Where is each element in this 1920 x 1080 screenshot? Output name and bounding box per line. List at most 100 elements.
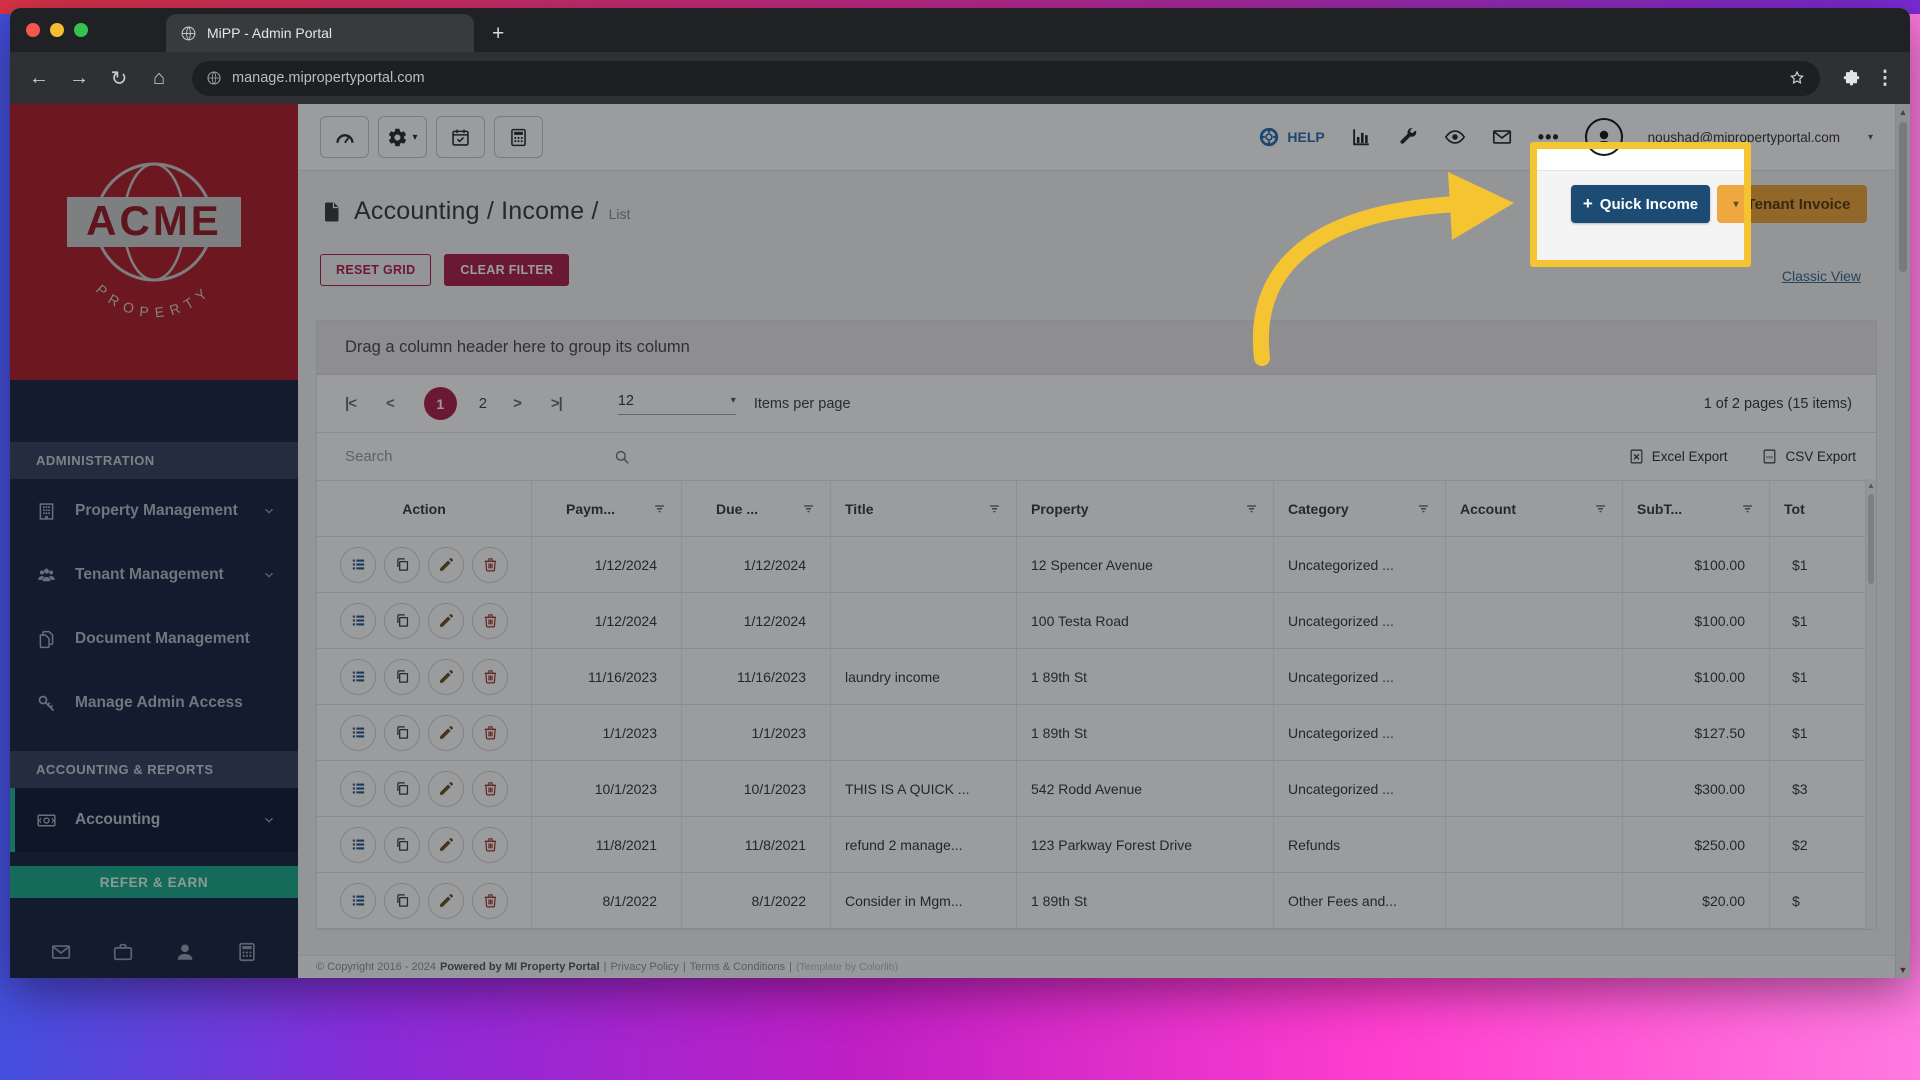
page-button-2[interactable]: 2 — [479, 395, 487, 412]
filter-icon[interactable] — [652, 501, 667, 516]
person-icon[interactable] — [174, 941, 196, 963]
row-delete-button[interactable] — [472, 883, 508, 919]
quick-income-button[interactable]: + Quick Income — [1571, 185, 1710, 223]
row-delete-button[interactable] — [472, 771, 508, 807]
scrollbar-thumb[interactable] — [1868, 494, 1874, 584]
help-button[interactable]: HELP — [1258, 126, 1324, 148]
first-page-button[interactable]: |< — [345, 395, 356, 412]
scrollbar-thumb[interactable] — [1899, 122, 1907, 272]
row-copy-button[interactable] — [384, 883, 420, 919]
column-header-property[interactable]: Property — [1017, 481, 1274, 536]
search-icon[interactable] — [613, 448, 631, 466]
csv-export-button[interactable]: CSV Export — [1761, 448, 1856, 465]
filter-icon[interactable] — [1740, 501, 1755, 516]
sidebar-item-accounting[interactable]: Accounting — [10, 788, 298, 852]
classic-view-link[interactable]: Classic View — [1782, 268, 1861, 284]
row-copy-button[interactable] — [384, 547, 420, 583]
scroll-down-icon[interactable]: ▼ — [1899, 965, 1908, 975]
bar-chart-icon[interactable] — [1350, 126, 1372, 148]
row-details-button[interactable] — [340, 547, 376, 583]
row-delete-button[interactable] — [472, 659, 508, 695]
table-scrollbar[interactable]: ▲ — [1865, 479, 1876, 929]
envelope-icon[interactable] — [50, 941, 72, 963]
wrench-icon[interactable] — [1397, 126, 1419, 148]
browser-tab[interactable]: MiPP - Admin Portal — [166, 14, 474, 52]
refer-and-earn-button[interactable]: REFER & EARN — [10, 866, 298, 898]
url-bar[interactable]: manage.mipropertyportal.com — [192, 61, 1820, 96]
site-info-globe-icon[interactable] — [206, 70, 222, 86]
close-window-button[interactable] — [26, 23, 40, 37]
column-header-category[interactable]: Category — [1274, 481, 1446, 536]
sidebar-item-document-management[interactable]: Document Management — [10, 607, 298, 671]
row-copy-button[interactable] — [384, 715, 420, 751]
row-delete-button[interactable] — [472, 827, 508, 863]
row-details-button[interactable] — [340, 659, 376, 695]
filter-icon[interactable] — [1244, 501, 1259, 516]
group-drop-zone[interactable]: Drag a column header here to group its c… — [317, 321, 1876, 375]
briefcase-icon[interactable] — [112, 941, 134, 963]
clear-filter-button[interactable]: CLEAR FILTER — [444, 254, 569, 286]
filter-icon[interactable] — [1593, 501, 1608, 516]
row-copy-button[interactable] — [384, 659, 420, 695]
row-details-button[interactable] — [340, 771, 376, 807]
next-page-button[interactable]: > — [513, 395, 521, 412]
filter-icon[interactable] — [1416, 501, 1431, 516]
column-header-total[interactable]: Tot — [1770, 481, 1876, 536]
browser-menu-icon[interactable]: ⋮ — [1872, 67, 1898, 90]
last-page-button[interactable]: >| — [551, 395, 562, 412]
bookmark-star-icon[interactable] — [1788, 69, 1806, 87]
extensions-puzzle-icon[interactable] — [1836, 69, 1866, 88]
column-header-due-date[interactable]: Due ... — [682, 481, 831, 536]
calendar-button[interactable] — [436, 116, 485, 158]
terms-conditions-link[interactable]: Terms & Conditions — [690, 961, 785, 973]
envelope-icon[interactable] — [1491, 126, 1513, 148]
calculator-button[interactable] — [494, 116, 543, 158]
sidebar-item-property-management[interactable]: Property Management — [10, 479, 298, 543]
new-tab-button[interactable]: + — [492, 23, 504, 44]
row-edit-button[interactable] — [428, 883, 464, 919]
zoom-window-button[interactable] — [74, 23, 88, 37]
row-edit-button[interactable] — [428, 771, 464, 807]
tenant-invoice-button[interactable]: ▾ Tenant Invoice — [1717, 185, 1867, 223]
row-delete-button[interactable] — [472, 715, 508, 751]
more-options-icon[interactable]: ••• — [1538, 127, 1560, 148]
back-button[interactable]: ← — [22, 61, 56, 95]
row-edit-button[interactable] — [428, 547, 464, 583]
row-edit-button[interactable] — [428, 827, 464, 863]
sidebar-item-tenant-management[interactable]: Tenant Management — [10, 543, 298, 607]
privacy-policy-link[interactable]: Privacy Policy — [610, 961, 678, 973]
calculator-icon[interactable] — [236, 941, 258, 963]
row-details-button[interactable] — [340, 827, 376, 863]
filter-icon[interactable] — [801, 501, 816, 516]
column-header-account[interactable]: Account — [1446, 481, 1623, 536]
column-header-subtotal[interactable]: SubT... — [1623, 481, 1770, 536]
row-copy-button[interactable] — [384, 603, 420, 639]
scroll-up-icon[interactable]: ▲ — [1867, 481, 1875, 490]
page-button-1[interactable]: 1 — [424, 387, 457, 420]
row-copy-button[interactable] — [384, 827, 420, 863]
row-delete-button[interactable] — [472, 603, 508, 639]
column-header-title[interactable]: Title — [831, 481, 1017, 536]
user-email[interactable]: noushad@mipropertyportal.com — [1648, 130, 1840, 145]
row-copy-button[interactable] — [384, 771, 420, 807]
row-details-button[interactable] — [340, 603, 376, 639]
column-header-payment-date[interactable]: Paym... — [532, 481, 682, 536]
settings-button[interactable]: ▾ — [378, 116, 427, 158]
user-avatar[interactable] — [1585, 118, 1623, 156]
page-scrollbar[interactable]: ▲ ▼ — [1895, 104, 1910, 978]
previous-page-button[interactable]: < — [386, 395, 394, 412]
items-per-page-select[interactable]: 12 ▾ — [618, 393, 736, 415]
column-header-action[interactable]: Action — [317, 481, 532, 536]
row-details-button[interactable] — [340, 883, 376, 919]
row-edit-button[interactable] — [428, 715, 464, 751]
forward-button[interactable]: → — [62, 61, 96, 95]
reset-grid-button[interactable]: RESET GRID — [320, 254, 431, 286]
sidebar-item-manage-admin-access[interactable]: Manage Admin Access — [10, 671, 298, 735]
scroll-up-icon[interactable]: ▲ — [1899, 107, 1908, 117]
row-edit-button[interactable] — [428, 659, 464, 695]
row-details-button[interactable] — [340, 715, 376, 751]
filter-icon[interactable] — [987, 501, 1002, 516]
row-delete-button[interactable] — [472, 547, 508, 583]
excel-export-button[interactable]: Excel Export — [1628, 448, 1728, 465]
search-input[interactable] — [321, 448, 607, 465]
